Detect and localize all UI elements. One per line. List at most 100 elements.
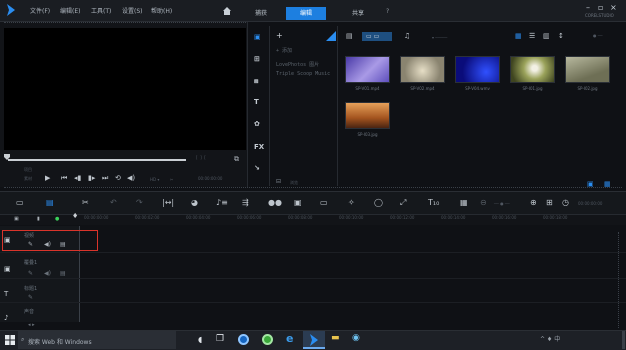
scrub-bar[interactable] <box>8 159 186 161</box>
trim-icon[interactable]: |↔| <box>162 198 174 207</box>
audio-filter-icon[interactable]: ♫ <box>404 32 410 40</box>
edge-browser-icon[interactable]: e <box>286 332 293 345</box>
browse-label[interactable]: 浏览 <box>290 180 298 186</box>
audio-mixer-icon[interactable]: ♪≡ <box>216 198 228 207</box>
snapshot-icon[interactable]: ⧉ <box>234 155 239 164</box>
motion-icon[interactable]: ✧ <box>348 198 355 207</box>
microphone-icon[interactable]: ◖ <box>198 335 202 344</box>
timeline-playhead[interactable]: ♦ <box>72 212 78 220</box>
grid-view-icon[interactable]: ▥ <box>543 32 550 40</box>
trim-markers[interactable]: [ ] [ <box>196 155 206 160</box>
instant-project-icon[interactable]: ⊞ <box>254 55 266 65</box>
snapshot-tool-icon[interactable]: ▦ <box>460 198 468 207</box>
media-thumbnail-6[interactable] <box>345 102 390 129</box>
browse-icon[interactable]: ⊟ <box>276 178 281 185</box>
timeline-view-icon[interactable]: ▤ <box>46 198 54 207</box>
list-item[interactable]: Triple Scoop Music <box>276 71 330 77</box>
sort-icon[interactable]: ↕ <box>558 32 564 40</box>
menu-edit[interactable]: 编辑(E) <box>60 6 80 15</box>
menu-file[interactable]: 文件(F) <box>30 6 50 15</box>
splitter[interactable] <box>4 187 622 188</box>
chapter-icon[interactable]: ▮ <box>37 216 40 222</box>
thumbnail-size-slider[interactable]: ● ── <box>593 33 603 38</box>
project-duration-icon[interactable]: ◷ <box>562 198 569 207</box>
color-icon[interactable]: ◕ <box>191 198 198 207</box>
media-category-icon[interactable]: ▣ <box>254 33 266 43</box>
pen-icon[interactable]: ✎ <box>28 294 33 301</box>
go-start-icon[interactable]: ⏮ <box>61 174 67 183</box>
split-clip-icon[interactable]: ✂ <box>170 177 173 182</box>
toolbox-icon[interactable]: ✂ <box>82 198 89 207</box>
close-icon[interactable]: × <box>610 3 617 12</box>
windows-start-icon[interactable] <box>5 335 15 345</box>
list-item[interactable]: LovePhotos 图片 <box>276 61 319 68</box>
menu-tools[interactable]: 工具(T) <box>91 6 111 15</box>
speed-icon[interactable]: ⇶ <box>242 198 249 207</box>
file-explorer-icon[interactable]: ▬ <box>331 333 340 343</box>
menu-help[interactable]: 帮助(H) <box>151 6 172 15</box>
transition-icon[interactable]: ⧈ <box>254 77 266 87</box>
zoom-slider[interactable]: ── ● ── <box>494 201 510 206</box>
storyboard-view-icon[interactable]: ▭ <box>16 198 24 207</box>
overlay-track-icon[interactable]: ▣ <box>4 265 11 273</box>
list-view-icon[interactable]: ☰ <box>529 32 535 40</box>
import-folder-icon[interactable]: ▤ <box>346 32 353 40</box>
pen-icon[interactable]: ✎ <box>28 241 33 248</box>
list-item[interactable]: + 添加 <box>276 47 292 54</box>
sort-dropdown[interactable]: ▾ ───── <box>432 35 447 40</box>
tab-edit[interactable]: 编辑 <box>286 7 326 20</box>
zoom-out-icon[interactable]: ⊖ <box>480 198 487 207</box>
title-tool-icon[interactable]: T₁₀ <box>428 198 439 207</box>
video-track-icon[interactable]: ▣ <box>4 236 11 244</box>
hd-preview-label[interactable]: HD ▾ <box>150 177 159 182</box>
thumbnail-view-icon[interactable]: ▦ <box>515 32 522 40</box>
pen-icon[interactable]: ✎ <box>28 270 33 277</box>
step-forward-icon[interactable]: ▮▸ <box>88 174 95 182</box>
menu-settings[interactable]: 设置(S) <box>122 6 143 15</box>
graphic-icon[interactable]: ✿ <box>254 120 266 130</box>
undo-icon[interactable]: ↶ <box>110 198 117 207</box>
minimize-icon[interactable]: – <box>586 3 590 12</box>
security-app-icon[interactable] <box>262 334 273 345</box>
task-view-icon[interactable]: ❐ <box>216 334 224 344</box>
options-arrow-icon[interactable] <box>326 31 336 41</box>
screen-icon[interactable]: ▭ <box>320 198 328 207</box>
track-manager-icon[interactable]: ▣ <box>14 216 19 222</box>
step-back-icon[interactable]: ◂▮ <box>74 174 81 182</box>
clip-mode-label[interactable]: 素材 <box>24 176 32 182</box>
track-scroll-arrows[interactable]: ◂ ▸ <box>28 322 35 328</box>
timeline-vertical-scrollbar[interactable] <box>618 232 622 328</box>
subtitle-icon[interactable]: ▣ <box>294 198 302 207</box>
media-thumbnail-3[interactable] <box>455 56 500 83</box>
fit-project-icon[interactable]: ⊞ <box>546 198 553 207</box>
tab-capture[interactable]: 捕获 <box>241 7 281 20</box>
volume-icon[interactable]: ◀) <box>127 174 135 182</box>
preview-timecode[interactable]: 00:00:00:00 <box>198 176 222 181</box>
repeat-icon[interactable]: ⟲ <box>115 174 121 182</box>
media-app-icon[interactable]: ◉ <box>352 333 360 343</box>
show-desktop-button[interactable] <box>622 331 625 349</box>
home-icon[interactable] <box>222 6 232 16</box>
lock-icon[interactable]: ▤ <box>60 270 66 277</box>
path-icon[interactable]: ↘ <box>254 164 266 174</box>
filter-fx-icon[interactable]: FX <box>254 143 266 153</box>
go-end-icon[interactable]: ⏭ <box>102 174 108 183</box>
media-thumbnail-4[interactable] <box>510 56 555 83</box>
enable-ripple-icon[interactable]: ● <box>55 216 59 222</box>
tab-share[interactable]: 共享 <box>338 7 378 20</box>
media-thumbnail-2[interactable] <box>400 56 445 83</box>
title-icon[interactable]: T <box>254 98 266 108</box>
multicam-icon[interactable]: ●● <box>268 198 282 207</box>
voice-track-icon[interactable]: ♪ <box>4 314 8 322</box>
project-mode-label[interactable]: 项目 <box>24 167 32 173</box>
lock-icon[interactable]: ▤ <box>60 241 66 248</box>
zoom-in-icon[interactable]: ⊕ <box>530 198 537 207</box>
mask-icon[interactable]: ◯ <box>374 198 383 207</box>
media-thumbnail-5[interactable] <box>565 56 610 83</box>
browser-app-icon[interactable] <box>238 334 249 345</box>
play-icon[interactable]: ▶ <box>45 174 50 182</box>
add-folder-icon[interactable]: + <box>276 31 283 40</box>
mute-icon[interactable]: ◀) <box>44 241 51 248</box>
redo-icon[interactable]: ↷ <box>136 198 143 207</box>
media-thumbnail-1[interactable] <box>345 56 390 83</box>
